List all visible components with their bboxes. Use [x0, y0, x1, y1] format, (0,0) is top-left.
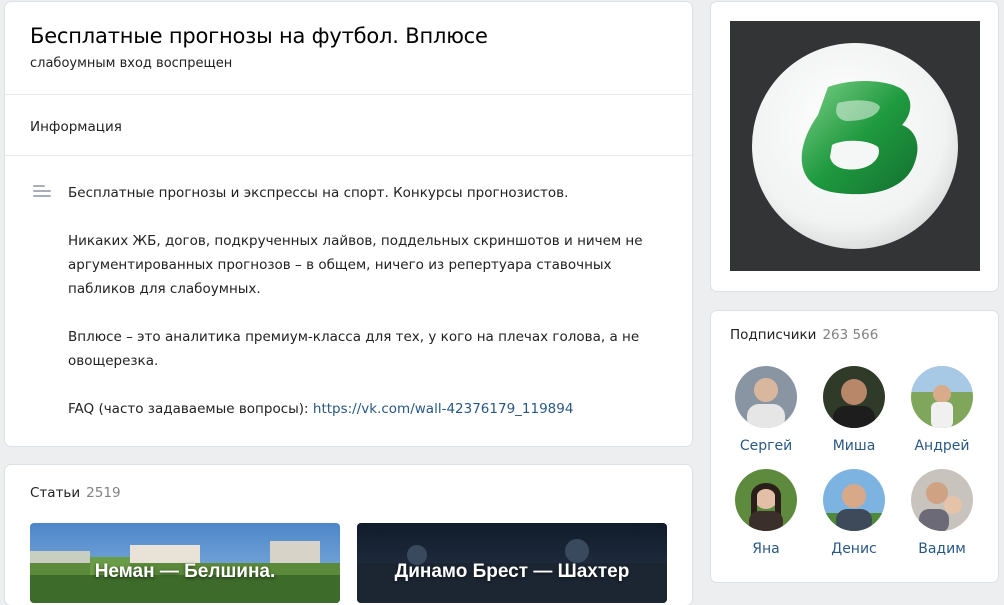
avatar[interactable] [823, 469, 885, 531]
member-name[interactable]: Сергей [726, 438, 806, 454]
members-card: Подписчики 263 566 Сергей Миша Андрей Яна… [711, 311, 998, 582]
article-title: Динамо Брест — Шахтер [394, 561, 630, 582]
group-title: Бесплатные прогнозы на футбол. Вплюсе [30, 24, 488, 48]
article-card[interactable]: Неман — Белшина. [30, 523, 340, 603]
member-name[interactable]: Вадим [902, 541, 982, 557]
articles-card: Статьи 2519 Неман — Белшина. Динамо Брес… [5, 465, 692, 605]
member-item[interactable]: Яна [726, 469, 806, 557]
member-item[interactable]: Денис [814, 469, 894, 557]
faq-link[interactable]: https://vk.com/wall-42376179_119894 [313, 401, 574, 417]
vplyuse-logo [752, 43, 958, 249]
info-heading[interactable]: Информация [30, 119, 122, 135]
member-name[interactable]: Денис [814, 541, 894, 557]
article-title: Неман — Белшина. [94, 561, 276, 582]
member-item[interactable]: Андрей [902, 366, 982, 454]
member-name[interactable]: Миша [814, 438, 894, 454]
group-avatar[interactable] [730, 21, 980, 271]
faq-label: FAQ (часто задаваемые вопросы): [68, 401, 313, 417]
member-item[interactable]: Сергей [726, 366, 806, 454]
members-heading-label: Подписчики [730, 327, 817, 343]
member-item[interactable]: Вадим [902, 469, 982, 557]
avatar[interactable] [735, 366, 797, 428]
member-name[interactable]: Андрей [902, 438, 982, 454]
divider [5, 94, 692, 95]
members-count: 263 566 [822, 327, 879, 343]
group-status: слабоумным вход воспрещен [30, 56, 233, 71]
articles-count: 2519 [86, 485, 121, 501]
description-paragraph: Вплюсе – это аналитика премиум-класса дл… [68, 329, 640, 369]
avatar[interactable] [911, 469, 973, 531]
lines-icon [33, 185, 51, 199]
group-info-card: Бесплатные прогнозы на футбол. Вплюсе сл… [5, 2, 692, 446]
group-avatar-card [711, 2, 998, 291]
group-description: Бесплатные прогнозы и экспрессы на спорт… [68, 181, 678, 421]
members-heading[interactable]: Подписчики 263 566 [730, 327, 878, 343]
divider [5, 155, 692, 156]
description-paragraph: Никаких ЖБ, догов, подкрученных лайвов, … [68, 233, 643, 297]
article-card[interactable]: Динамо Брест — Шахтер [357, 523, 667, 603]
avatar[interactable] [911, 366, 973, 428]
description-paragraph: Бесплатные прогнозы и экспрессы на спорт… [68, 185, 569, 201]
faq-line: FAQ (часто задаваемые вопросы): https://… [68, 397, 678, 421]
articles-heading[interactable]: Статьи 2519 [30, 485, 121, 501]
avatar[interactable] [735, 469, 797, 531]
member-name[interactable]: Яна [726, 541, 806, 557]
avatar[interactable] [823, 366, 885, 428]
member-item[interactable]: Миша [814, 366, 894, 454]
articles-heading-label: Статьи [30, 485, 81, 501]
